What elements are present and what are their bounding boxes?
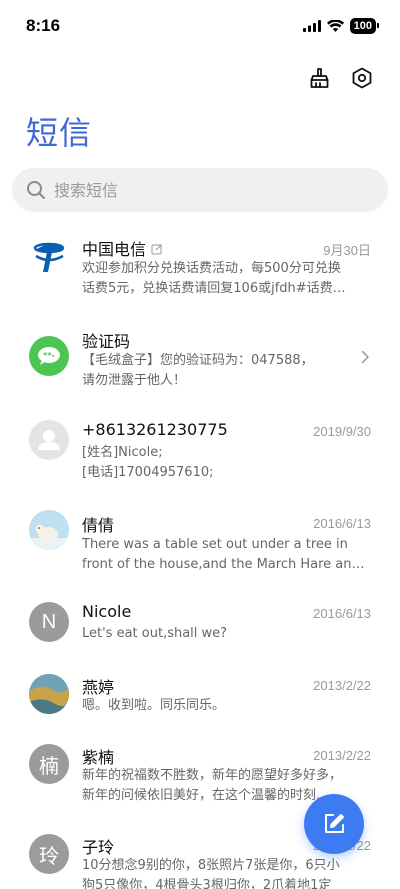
wifi-icon [326,20,344,32]
letter-avatar: 玲 [29,834,69,874]
polar-bear-photo [29,510,69,550]
compose-button[interactable] [304,794,364,854]
message-preview-line1: 嗯。收到啦。同乐同乐。 [82,698,226,713]
message-date: 2013/2/22 [313,678,371,693]
message-preview-line2: 狗5只像你，4根骨头3根归你，2爪着地1定 [82,878,332,889]
message-preview-line1: 欢迎参加积分兑换话费活动，每500分可兑换 [82,261,341,276]
message-date: 2016/6/13 [313,516,371,531]
message-preview-line2: [电话]17004957610; [82,465,214,480]
message-item[interactable]: N Nicole 2016/6/13 Let's eat out,shall w… [0,594,400,674]
message-date: 9月30日 [323,243,371,258]
message-sender: 燕婷 [82,678,115,697]
message-item[interactable]: +8613261230775 2019/9/30 [姓名]Nicole; [电话… [0,410,400,490]
svg-text:**-: **- [43,351,55,360]
battery-indicator: 100 [349,18,380,34]
telecom-logo-icon [29,236,69,276]
message-preview-line2: 请勿泄露于他人！ [82,373,187,388]
verification-code-icon: **- [29,336,69,376]
default-person-icon [29,420,69,460]
page-title: 短信 [26,114,93,152]
message-sender: +8613261230775 [82,420,228,439]
top-actions [306,64,376,92]
settings-hexagon-icon [352,67,372,89]
message-sender: 子玲 [82,838,115,857]
message-sender: 紫楠 [82,748,115,767]
message-preview-line1: 新年的祝福数不胜数，新年的愿望好多好多， [82,768,343,783]
letter-avatar: 楠 [29,744,69,784]
message-sender: Nicole [82,602,132,621]
broom-icon [310,68,329,88]
message-date: 2019/9/30 [313,424,371,439]
message-date: 2013/2/22 [313,748,371,763]
letter-avatar: N [29,602,69,642]
message-item[interactable]: 燕婷 2013/2/22 嗯。收到啦。同乐同乐。 [0,666,400,746]
message-item[interactable]: **- 验证码 【毛绒盒子】您的验证码为：047588， 请勿泄露于他人！ [0,318,400,398]
status-time: 8:16 [26,16,61,35]
message-preview-line1: Let's eat out,shall we? [82,626,228,641]
clean-button[interactable] [306,64,334,92]
search-input[interactable] [54,180,354,200]
message-preview-line1: [姓名]Nicole; [82,445,163,460]
message-preview-line2: front of the house,and the March Hare an… [82,557,365,572]
search-icon [27,181,45,199]
message-date: 2016/6/13 [313,606,371,621]
edit-badge-icon [151,244,162,255]
message-preview-line1: There was a table set out under a tree i… [82,537,348,552]
settings-button[interactable] [348,64,376,92]
message-preview-line1: 10分想念9别的你，8张照片7张是你，6只小 [82,858,340,873]
message-preview-line1: 【毛绒盒子】您的验证码为：047588， [82,353,314,368]
message-item[interactable]: 倩倩 2016/6/13 There was a table set out u… [0,502,400,582]
status-bar: 8:16 100 [0,0,400,56]
search-bar[interactable] [12,168,388,212]
message-item[interactable]: 中国电信 9月30日 欢迎参加积分兑换话费活动，每500分可兑换 话费5元，兑换… [0,226,400,306]
status-icons: 100 [302,18,380,34]
cellular-signal-icon [302,20,321,32]
message-sender: 验证码 [82,332,131,351]
message-sender: 倩倩 [82,516,115,535]
message-sender: 中国电信 [82,236,163,260]
message-preview-line2: 话费5元，兑换话费请回复106或jfdh#话费… [82,281,346,296]
landscape-photo [29,674,69,714]
compose-icon [325,814,344,833]
